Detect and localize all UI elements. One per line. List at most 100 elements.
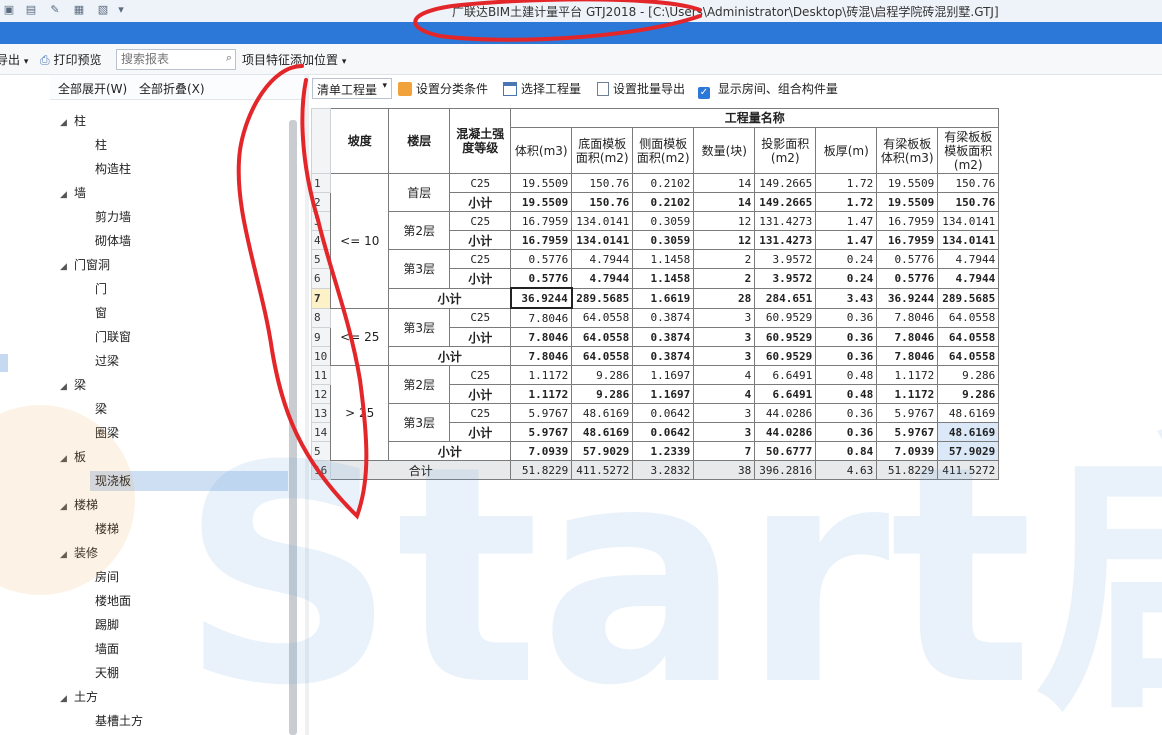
- value-cell[interactable]: 48.6169: [571, 422, 634, 442]
- value-cell[interactable]: 9.286: [937, 365, 1000, 385]
- value-cell[interactable]: 0.3874: [632, 327, 695, 347]
- pencil-icon[interactable]: ✎: [48, 3, 62, 17]
- value-cell[interactable]: 9.286: [571, 384, 634, 404]
- grade-cell[interactable]: C25: [449, 173, 512, 193]
- floor-cell[interactable]: 首层: [388, 173, 451, 212]
- value-cell[interactable]: 48.6169: [937, 422, 1000, 442]
- batch-export-button[interactable]: 设置批量导出: [597, 80, 685, 97]
- tree-item-trench-earthwork[interactable]: 基槽土方: [90, 711, 288, 731]
- value-cell[interactable]: 19.5509: [876, 173, 939, 193]
- value-cell[interactable]: 5.9767: [876, 403, 939, 423]
- value-cell[interactable]: 9.286: [571, 365, 634, 385]
- value-cell[interactable]: 64.0558: [937, 307, 1000, 328]
- value-cell[interactable]: 7.8046: [510, 327, 573, 347]
- grade-cell[interactable]: C25: [449, 365, 512, 385]
- value-cell[interactable]: 64.0558: [571, 307, 634, 328]
- checkbox-checked-icon[interactable]: ✓: [698, 87, 710, 99]
- value-cell[interactable]: 7.8046: [876, 307, 939, 328]
- slope-cell[interactable]: > 25: [330, 365, 390, 461]
- group-subtotal-label[interactable]: 小计: [388, 441, 512, 461]
- value-cell[interactable]: 7.8046: [510, 307, 573, 328]
- value-cell[interactable]: 1.47: [815, 230, 878, 250]
- value-cell[interactable]: 0.0642: [632, 403, 695, 423]
- value-cell[interactable]: 3.43: [815, 287, 878, 309]
- tree-item-stairs[interactable]: 楼梯: [90, 519, 288, 539]
- column-header-concrete-grade[interactable]: 混凝土强度等级: [449, 108, 512, 174]
- slope-cell[interactable]: <= 25: [330, 307, 390, 366]
- value-cell[interactable]: 44.0286: [754, 422, 817, 442]
- collapse-arrow-icon[interactable]: ◢: [60, 185, 70, 205]
- value-cell[interactable]: 44.0286: [754, 403, 817, 423]
- grade-cell[interactable]: C25: [449, 249, 512, 269]
- search-icon[interactable]: ⌕: [226, 51, 232, 65]
- row-number[interactable]: 12: [310, 384, 332, 404]
- value-cell[interactable]: 1.1172: [510, 384, 573, 404]
- value-cell[interactable]: 0.5776: [876, 268, 939, 289]
- row-number[interactable]: 16: [310, 460, 332, 480]
- tree-category-wall[interactable]: ◢ 墙: [60, 183, 86, 203]
- value-cell[interactable]: 14: [693, 192, 756, 212]
- value-cell[interactable]: 6.6491: [754, 384, 817, 404]
- value-cell[interactable]: 150.76: [937, 192, 1000, 212]
- value-cell[interactable]: 5.9767: [510, 422, 573, 442]
- value-cell[interactable]: 38: [693, 460, 756, 480]
- value-cell[interactable]: 0.36: [815, 422, 878, 442]
- group-subtotal-label[interactable]: 小计: [388, 287, 512, 309]
- value-cell[interactable]: 134.0141: [571, 211, 634, 231]
- value-cell[interactable]: 0.84: [815, 441, 878, 461]
- value-cell-focused[interactable]: 36.9244: [509, 287, 573, 309]
- tree-item-wall-face[interactable]: 墙面: [90, 639, 288, 659]
- save-icon[interactable]: ▤: [24, 3, 38, 17]
- total-label[interactable]: 合计: [330, 460, 512, 480]
- row-number[interactable]: 14: [310, 422, 332, 442]
- row-number[interactable]: 9: [310, 327, 332, 347]
- tree-category-openings[interactable]: ◢ 门窗洞: [60, 255, 110, 275]
- value-cell[interactable]: 0.3874: [632, 307, 695, 328]
- value-cell[interactable]: 1.1458: [632, 249, 695, 269]
- value-cell[interactable]: 64.0558: [571, 327, 634, 347]
- column-header-bottom-formwork[interactable]: 底面模板面积(m2): [571, 127, 634, 174]
- value-cell[interactable]: 0.2102: [632, 192, 695, 212]
- row-number[interactable]: 4: [310, 230, 332, 250]
- group-subtotal-label[interactable]: 小计: [388, 346, 512, 366]
- value-cell[interactable]: 51.8229: [510, 460, 573, 480]
- value-cell[interactable]: 4: [693, 365, 756, 385]
- value-cell[interactable]: 149.2665: [754, 192, 817, 212]
- value-cell[interactable]: 57.9029: [937, 441, 1000, 461]
- value-cell[interactable]: 131.4273: [754, 211, 817, 231]
- value-cell[interactable]: 3.2832: [632, 460, 695, 480]
- expand-all-button[interactable]: 全部展开(W): [58, 80, 127, 97]
- subtotal-label[interactable]: 小计: [449, 422, 512, 442]
- value-cell[interactable]: 36.9244: [876, 287, 939, 309]
- slope-cell[interactable]: <= 10: [330, 173, 390, 309]
- value-cell[interactable]: 0.36: [815, 327, 878, 347]
- value-cell[interactable]: 411.5272: [937, 460, 1000, 480]
- value-cell[interactable]: 16.7959: [876, 230, 939, 250]
- value-cell[interactable]: 16.7959: [510, 211, 573, 231]
- grade-cell[interactable]: C25: [449, 211, 512, 231]
- tree-item-beam[interactable]: 梁: [90, 399, 288, 419]
- value-cell[interactable]: 0.48: [815, 365, 878, 385]
- value-cell[interactable]: 7: [693, 441, 756, 461]
- select-quantity-button[interactable]: 选择工程量: [503, 80, 581, 97]
- tree-item-door[interactable]: 门: [90, 279, 288, 299]
- grade-cell[interactable]: C25: [449, 307, 512, 328]
- value-cell[interactable]: 1.6619: [632, 287, 695, 309]
- value-cell[interactable]: 5.9767: [510, 403, 573, 423]
- tree-item-ceiling[interactable]: 天棚: [90, 663, 288, 683]
- floor-cell[interactable]: 第3层: [388, 307, 451, 347]
- column-header-volume[interactable]: 体积(m3): [510, 127, 573, 174]
- value-cell[interactable]: 3.9572: [754, 249, 817, 269]
- value-cell[interactable]: 3: [693, 422, 756, 442]
- value-cell[interactable]: 19.5509: [510, 192, 573, 212]
- value-cell[interactable]: 19.5509: [876, 192, 939, 212]
- row-number[interactable]: 8: [310, 307, 332, 328]
- value-cell[interactable]: 0.5776: [876, 249, 939, 269]
- value-cell[interactable]: 2: [693, 268, 756, 289]
- value-cell[interactable]: 4.7944: [571, 268, 634, 289]
- value-cell[interactable]: 1.72: [815, 192, 878, 212]
- collapse-arrow-icon[interactable]: ◢: [60, 497, 70, 517]
- collapse-arrow-icon[interactable]: ◢: [60, 257, 70, 277]
- show-rooms-toggle[interactable]: ✓ 显示房间、组合构件量: [698, 80, 838, 99]
- grid-icon[interactable]: ▦: [72, 3, 86, 17]
